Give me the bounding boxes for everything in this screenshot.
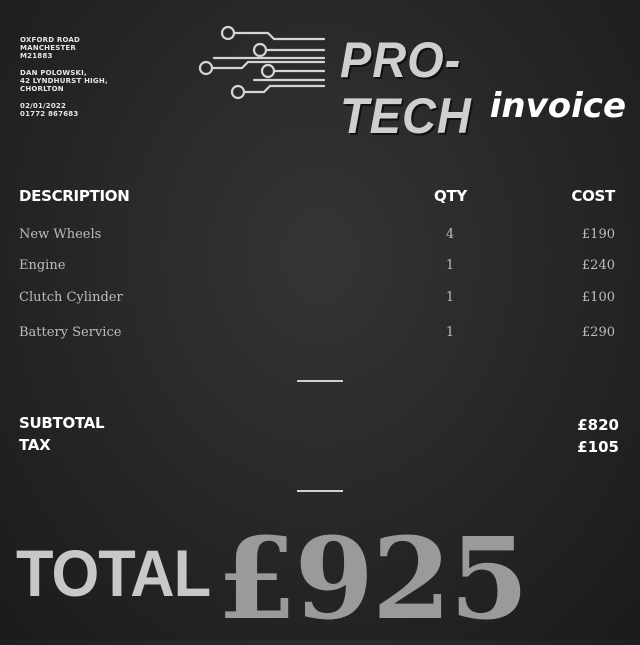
divider — [297, 380, 343, 382]
subtotal-label: SUBTOTAL — [19, 414, 105, 432]
item-qty: 1 — [445, 258, 455, 273]
company-address: OXFORD ROAD MANCHESTER M21883 — [20, 36, 108, 60]
item-description: Engine — [19, 258, 66, 273]
header-qty: QTY — [434, 187, 467, 205]
table-row: New Wheels 4 £190 — [0, 227, 640, 249]
item-qty: 1 — [445, 290, 455, 305]
item-cost: £290 — [581, 325, 615, 340]
total-label: TOTAL — [16, 536, 211, 610]
document-type: invoice — [489, 86, 626, 126]
item-description: Clutch Cylinder — [19, 290, 123, 305]
item-qty: 1 — [445, 325, 455, 340]
customer-name: DAN POLOWSKI, — [20, 69, 87, 77]
item-description: New Wheels — [19, 227, 102, 242]
tax-label: TAX — [19, 436, 51, 454]
table-row: Engine 1 £240 — [0, 258, 640, 280]
item-cost: £190 — [581, 227, 615, 242]
invoice-meta: 02/01/2022 01772 867683 — [20, 102, 108, 118]
header-cost: COST — [571, 187, 615, 205]
address-line: 42 LYNDHURST HIGH, — [20, 77, 108, 85]
divider — [297, 490, 343, 492]
address-block: OXFORD ROAD MANCHESTER M21883 DAN POLOWS… — [20, 36, 108, 127]
total-value: £925 — [217, 514, 529, 645]
phone-number: 01772 867683 — [20, 110, 79, 118]
address-line: CHORLTON — [20, 85, 64, 93]
item-description: Battery Service — [19, 325, 122, 340]
item-cost: £240 — [581, 258, 615, 273]
item-cost: £100 — [581, 290, 615, 305]
invoice-date: 02/01/2022 — [20, 102, 67, 110]
address-line: OXFORD ROAD — [20, 36, 81, 44]
header-description: DESCRIPTION — [19, 187, 130, 205]
address-line: MANCHESTER — [20, 44, 77, 52]
subtotal-value: £820 — [577, 416, 619, 434]
table-row: Clutch Cylinder 1 £100 — [0, 290, 640, 312]
address-line: M21883 — [20, 52, 53, 60]
tax-value: £105 — [577, 438, 619, 456]
table-row: Battery Service 1 £290 — [0, 325, 640, 347]
customer-address: DAN POLOWSKI, 42 LYNDHURST HIGH, CHORLTO… — [20, 69, 108, 93]
item-qty: 4 — [445, 227, 455, 242]
circuit-logo-icon — [198, 25, 326, 100]
